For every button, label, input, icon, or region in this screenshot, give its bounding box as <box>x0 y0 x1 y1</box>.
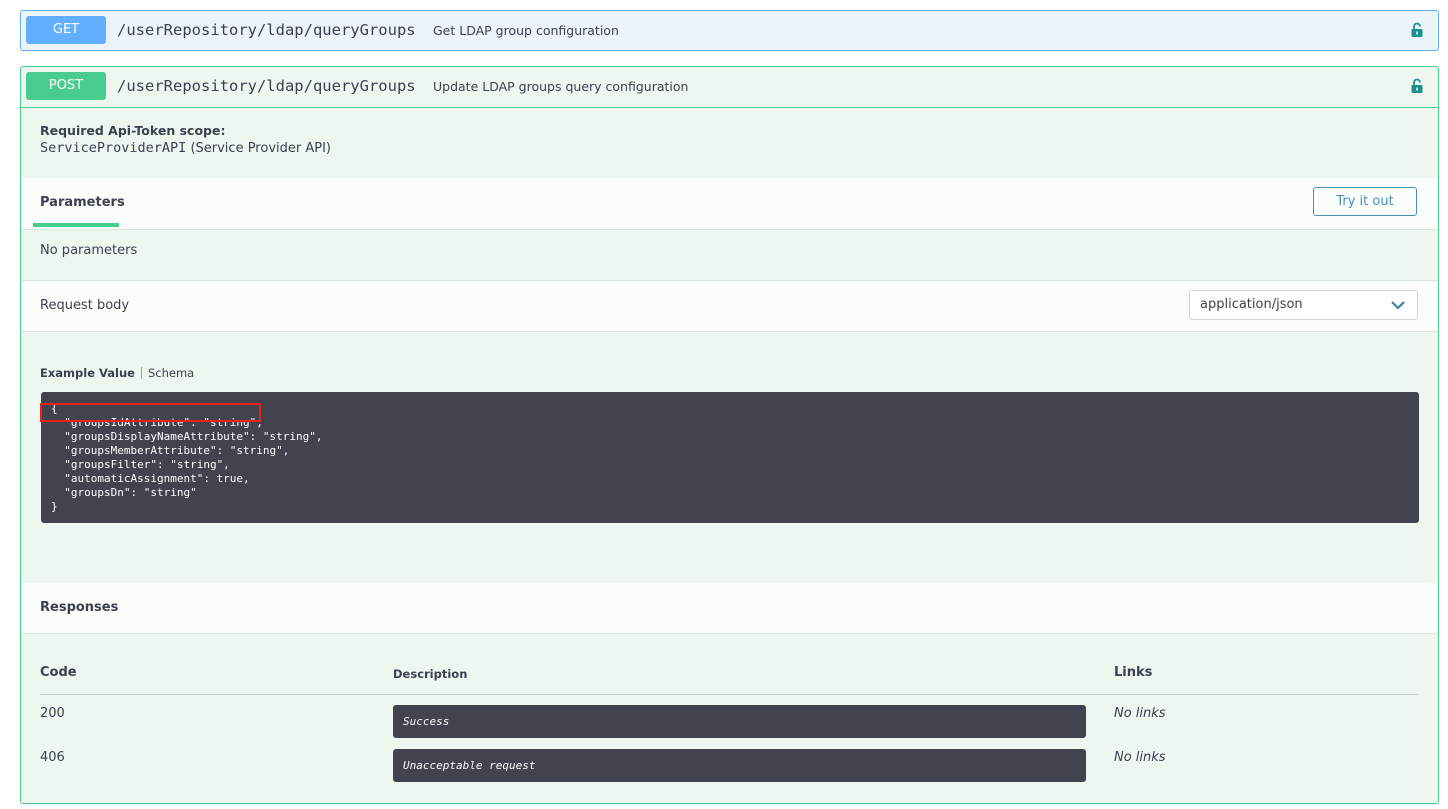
request-body-label: Request body <box>40 298 130 313</box>
api-token-scope-label: Required Api-Token scope: <box>40 123 226 138</box>
get-operation-summary[interactable]: GET /userRepository/ldap/queryGroups Get… <box>21 11 1438 51</box>
response-description-200: Success <box>393 705 1086 738</box>
post-operation-summary[interactable]: POST /userRepository/ldap/queryGroups Up… <box>21 67 1438 108</box>
scope-description: (Service Provider API) <box>186 141 331 156</box>
response-description-406: Unacceptable request <box>393 749 1086 782</box>
get-operation-block: GET /userRepository/ldap/queryGroups Get… <box>20 10 1439 51</box>
chevron-down-icon <box>1391 301 1405 310</box>
post-operation-block: POST /userRepository/ldap/queryGroups Up… <box>20 66 1439 804</box>
responses-title: Responses <box>40 600 119 615</box>
column-header-description: Description <box>393 667 468 681</box>
content-type-select[interactable]: application/json <box>1189 290 1418 320</box>
unlocked-padlock-icon[interactable] <box>1410 78 1424 94</box>
scope-code: ServiceProviderAPI <box>40 140 187 156</box>
parameters-header: Parameters Try it out <box>21 178 1438 230</box>
try-it-out-button[interactable]: Try it out <box>1313 187 1417 216</box>
no-parameters-text: No parameters <box>40 243 138 258</box>
response-links-406: No links <box>1114 750 1166 765</box>
active-tab-indicator <box>33 223 119 227</box>
request-body-header: Request body application/json <box>21 280 1438 332</box>
table-header-divider <box>40 694 1418 695</box>
content-type-value: application/json <box>1200 297 1303 312</box>
tab-parameters[interactable]: Parameters <box>40 195 125 210</box>
post-endpoint-path: /userRepository/ldap/queryGroups <box>117 77 416 95</box>
tab-example-value[interactable]: Example Value <box>40 366 135 380</box>
response-links-200: No links <box>1114 706 1166 721</box>
column-header-code: Code <box>40 665 77 680</box>
post-method-badge: POST <box>26 72 106 100</box>
unlocked-padlock-icon[interactable] <box>1410 22 1424 38</box>
api-token-scope-value: ServiceProviderAPI (Service Provider API… <box>40 140 331 156</box>
responses-header: Responses <box>21 583 1438 634</box>
highlight-annotation-box <box>40 403 261 422</box>
get-endpoint-path: /userRepository/ldap/queryGroups <box>117 21 416 39</box>
response-code-406: 406 <box>40 750 65 765</box>
tab-divider <box>140 367 142 379</box>
column-header-links: Links <box>1114 665 1153 680</box>
post-endpoint-description: Update LDAP groups query configuration <box>433 79 689 94</box>
example-schema-tabs: Example Value Schema <box>40 366 194 380</box>
get-method-badge: GET <box>26 16 106 44</box>
get-endpoint-description: Get LDAP group configuration <box>433 23 619 38</box>
tab-schema[interactable]: Schema <box>148 366 194 380</box>
response-code-200: 200 <box>40 706 65 721</box>
